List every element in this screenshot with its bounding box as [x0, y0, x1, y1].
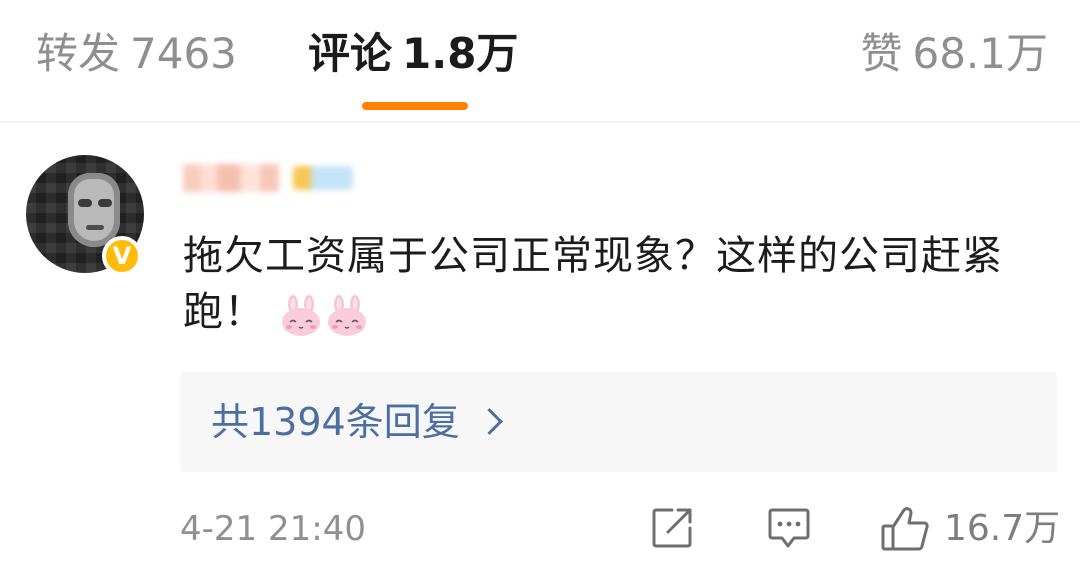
tab-likes-count: 68.1万 [912, 29, 1048, 78]
username[interactable] [183, 160, 358, 196]
comment-body: 拖欠工资属于公司正常现象？这样的公司赶紧跑！ [183, 228, 1063, 342]
user-level-badge-blurred [293, 166, 353, 190]
view-replies-box[interactable]: 共1394条回复 [180, 372, 1057, 472]
thumbs-up-icon [881, 507, 929, 551]
verified-badge-icon: V [102, 236, 142, 276]
tab-repost-label: 转发 [36, 29, 121, 78]
share-button[interactable] [650, 506, 694, 550]
username-blurred [183, 164, 279, 192]
tab-comments[interactable]: 评论 1.8万 [308, 26, 518, 82]
tab-repost[interactable]: 转发 7463 [36, 26, 237, 82]
tab-likes-label: 赞 [860, 29, 903, 78]
chevron-right-icon [475, 408, 503, 435]
like-count: 16.7万 [944, 508, 1061, 549]
avatar-eye-left [78, 199, 92, 207]
share-icon [652, 508, 692, 548]
like-button[interactable]: 16.7万 [880, 506, 1060, 551]
comment-timestamp: 4-21 21:40 [180, 509, 366, 549]
view-replies-link[interactable]: 共1394条回复 [211, 396, 503, 448]
avatar-mouth [86, 225, 104, 230]
rabbit-emoji-icon [328, 295, 366, 336]
tab-comments-count: 1.8万 [402, 29, 519, 78]
replies-count-label: 共1394条回复 [211, 400, 460, 444]
tab-comments-label: 评论 [308, 29, 393, 78]
emoji-group [279, 286, 371, 342]
weibo-comment-view: 转发 7463 评论 1.8万 赞 68.1万 V 拖欠工资属于公司正常现象？这样的公… [0, 0, 1080, 583]
tab-likes[interactable]: 赞 68.1万 [860, 26, 1048, 82]
tab-divider [0, 121, 1080, 123]
tab-repost-count: 7463 [130, 29, 237, 78]
avatar-eye-right [98, 199, 112, 207]
tab-bar: 转发 7463 评论 1.8万 赞 68.1万 [0, 0, 1080, 122]
rabbit-emoji-icon [282, 295, 320, 336]
comment-icon [768, 508, 810, 548]
avatar-face [68, 173, 120, 247]
comment-button[interactable] [766, 506, 812, 550]
active-tab-indicator [362, 102, 468, 110]
